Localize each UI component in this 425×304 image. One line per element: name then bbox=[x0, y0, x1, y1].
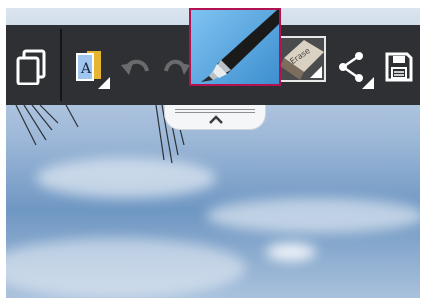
text-tool-icon[interactable]: A bbox=[72, 47, 110, 89]
screen: A Erase bbox=[6, 8, 420, 298]
divider bbox=[175, 109, 255, 110]
pen-icon bbox=[201, 10, 279, 82]
copy-icon[interactable] bbox=[14, 49, 50, 85]
save-icon[interactable] bbox=[382, 49, 416, 85]
cloud bbox=[266, 243, 316, 261]
toolbar-divider bbox=[60, 29, 62, 101]
expand-indicator bbox=[362, 77, 374, 89]
undo-icon[interactable] bbox=[118, 51, 152, 83]
pen-tool-button[interactable] bbox=[189, 8, 281, 86]
cloud bbox=[6, 238, 246, 298]
expand-indicator bbox=[98, 77, 110, 89]
svg-text:A: A bbox=[80, 61, 92, 77]
chevron-up-icon bbox=[209, 115, 223, 124]
eraser-tool-button[interactable]: Erase bbox=[278, 36, 326, 82]
share-icon[interactable] bbox=[334, 49, 374, 89]
divider bbox=[175, 112, 255, 113]
expand-indicator bbox=[310, 66, 322, 78]
redo-icon[interactable] bbox=[162, 51, 192, 83]
toolbar-collapse-handle[interactable] bbox=[164, 105, 266, 130]
cloud bbox=[206, 198, 420, 233]
